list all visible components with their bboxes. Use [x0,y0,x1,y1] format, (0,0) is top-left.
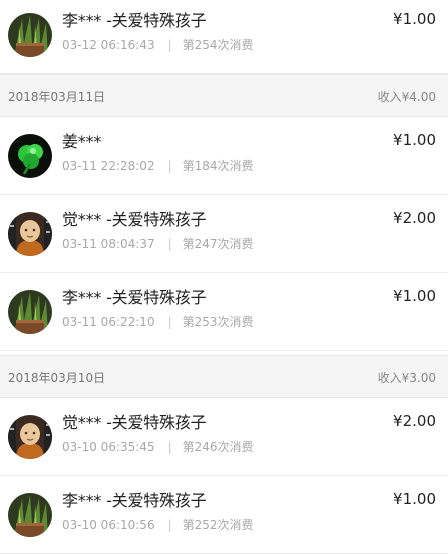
transaction-count: 第252次消费 [182,518,254,532]
transaction-amount: ¥1.00 [393,131,436,149]
transaction-meta: 03-10 06:10:56 | 第252次消费 [62,516,254,533]
transaction-amount: ¥2.00 [393,412,436,430]
meta-separator: | [167,38,172,52]
transaction-row[interactable]: 姜*** 03-11 22:28:02 | 第184次消费 ¥1.00 [0,117,448,195]
transaction-time: 03-11 08:04:37 [62,237,155,251]
buddha-figure-avatar [8,415,52,459]
date-header: 2018年03月11日 收入¥4.00 [0,74,448,117]
transaction-time: 03-10 06:35:45 [62,440,155,454]
transaction-meta: 03-12 06:16:43 | 第254次消费 [62,36,254,53]
transaction-row[interactable]: 觉*** -关爱特殊孩子 03-11 08:04:37 | 第247次消费 ¥2.0… [0,195,448,273]
green-clover-avatar [8,134,52,178]
date-label: 2018年03月11日 [8,90,106,104]
transaction-count: 第254次消费 [182,38,254,52]
donor-name: 姜*** [62,132,102,151]
transaction-time: 03-10 06:10:56 [62,518,155,532]
transaction-time: 03-12 06:16:43 [62,38,155,52]
meta-separator: | [167,159,172,173]
date-header: 2018年03月10日 收入¥3.00 [0,355,448,398]
buddha-figure-avatar [8,212,52,256]
transaction-row[interactable]: 觉*** -关爱特殊孩子 03-10 06:35:45 | 第246次消费 ¥2.0… [0,398,448,476]
daily-income: 收入¥4.00 [377,90,436,104]
donor-name: 觉*** -关爱特殊孩子 [62,210,207,229]
donor-name: 李*** -关爱特殊孩子 [62,11,207,30]
meta-separator: | [167,315,172,329]
plant-photo-avatar [8,290,52,334]
transaction-amount: ¥1.00 [393,287,436,305]
transaction-meta: 03-11 22:28:02 | 第184次消费 [62,157,254,174]
transaction-amount: ¥2.00 [393,209,436,227]
daily-income: 收入¥3.00 [377,371,436,385]
transaction-meta: 03-10 06:35:45 | 第246次消费 [62,438,254,455]
transaction-time: 03-11 06:22:10 [62,315,155,329]
donor-name: 觉*** -关爱特殊孩子 [62,413,207,432]
transaction-amount: ¥1.00 [393,490,436,508]
meta-separator: | [167,237,172,251]
transaction-row[interactable]: 李*** -关爱特殊孩子 03-11 06:22:10 | 第253次消费 ¥1.0… [0,273,448,351]
meta-separator: | [167,518,172,532]
transaction-count: 第253次消费 [182,315,254,329]
transaction-row[interactable]: 李*** -关爱特殊孩子 03-10 06:10:56 | 第252次消费 ¥1.0… [0,476,448,554]
donor-name: 李*** -关爱特殊孩子 [62,288,207,307]
transaction-meta: 03-11 06:22:10 | 第253次消费 [62,313,254,330]
transaction-time: 03-11 22:28:02 [62,159,155,173]
donor-name: 李*** -关爱特殊孩子 [62,491,207,510]
transaction-amount: ¥1.00 [393,10,436,28]
transaction-count: 第246次消费 [182,440,254,454]
meta-separator: | [167,440,172,454]
transaction-meta: 03-11 08:04:37 | 第247次消费 [62,235,254,252]
transaction-count: 第247次消费 [182,237,254,251]
transaction-count: 第184次消费 [182,159,254,173]
plant-photo-avatar [8,13,52,57]
transaction-row[interactable]: 李*** -关爱特殊孩子 03-12 06:16:43 | 第254次消费 ¥1.0… [0,0,448,74]
plant-photo-avatar [8,493,52,537]
date-label: 2018年03月10日 [8,371,106,385]
